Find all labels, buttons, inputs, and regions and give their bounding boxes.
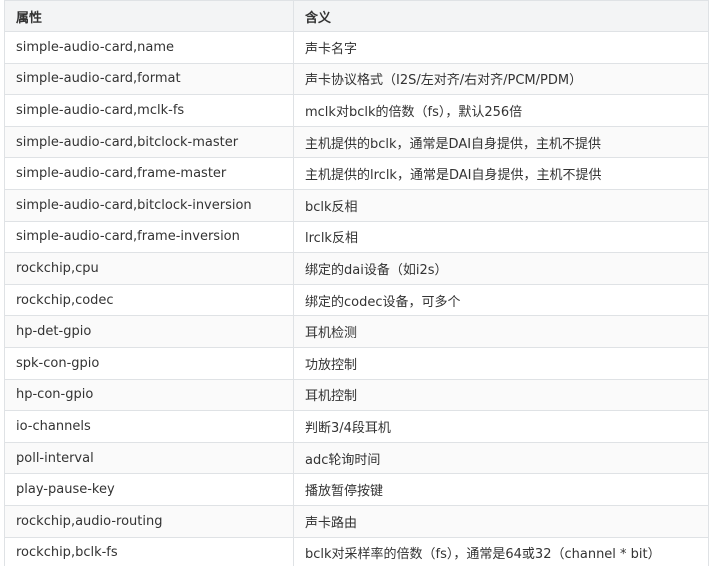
cell-attribute: rockchip,audio-routing (4, 504, 294, 538)
cell-meaning: 主机提供的bclk，通常是DAI自身提供，主机不提供 (293, 125, 709, 159)
cell-meaning: 耳机检测 (293, 315, 709, 348)
table-row: simple-audio-card,bitclock-inversion bcl… (4, 188, 709, 222)
table-row: play-pause-key 播放暂停按键 (4, 473, 709, 506)
cell-attribute: rockchip,cpu (4, 252, 294, 285)
cell-meaning: 绑定的codec设备，可多个 (293, 283, 709, 317)
cell-attribute: simple-audio-card,name (4, 31, 294, 64)
cell-meaning: 功放控制 (293, 346, 709, 380)
cell-meaning: 绑定的dai设备（如i2s） (293, 252, 709, 285)
cell-meaning: 耳机控制 (293, 378, 709, 412)
table-row: simple-audio-card,name 声卡名字 (4, 31, 709, 64)
table-row: rockchip,audio-routing 声卡路由 (4, 504, 709, 538)
cell-attribute: spk-con-gpio (4, 346, 294, 380)
table-row: poll-interval adc轮询时间 (4, 441, 709, 475)
cell-meaning: 判断3/4段耳机 (293, 410, 709, 443)
table-header: 属性 含义 (4, 0, 709, 32)
property-table: 属性 含义 simple-audio-card,name 声卡名字 simple… (4, 0, 709, 570)
cell-meaning: 声卡名字 (293, 31, 709, 64)
cell-attribute: simple-audio-card,frame-inversion (4, 220, 294, 254)
cell-meaning: adc轮询时间 (293, 441, 709, 475)
table-row: hp-det-gpio 耳机检测 (4, 315, 709, 348)
cell-meaning: bclk对采样率的倍数（fs），通常是64或32（channel * bit） (293, 536, 709, 570)
cell-attribute: play-pause-key (4, 473, 294, 506)
table-body: simple-audio-card,name 声卡名字 simple-audio… (4, 31, 709, 570)
cell-attribute: simple-audio-card,bitclock-inversion (4, 188, 294, 222)
table-row: simple-audio-card,frame-master 主机提供的lrcl… (4, 157, 709, 190)
cell-meaning: 主机提供的lrclk，通常是DAI自身提供，主机不提供 (293, 157, 709, 190)
cell-attribute: rockchip,codec (4, 283, 294, 317)
header-row: 属性 含义 (4, 0, 709, 32)
cell-attribute: poll-interval (4, 441, 294, 475)
cell-meaning: 声卡路由 (293, 504, 709, 538)
table-row: spk-con-gpio 功放控制 (4, 346, 709, 380)
page-bottom-margin (0, 566, 716, 586)
table-row: rockchip,cpu 绑定的dai设备（如i2s） (4, 252, 709, 285)
cell-meaning: bclk反相 (293, 188, 709, 222)
cell-attribute: simple-audio-card,mclk-fs (4, 94, 294, 127)
cell-meaning: 声卡协议格式（I2S/左对齐/右对齐/PCM/PDM） (293, 62, 709, 96)
cell-attribute: hp-det-gpio (4, 315, 294, 348)
header-meaning: 含义 (293, 0, 709, 32)
cell-attribute: rockchip,bclk-fs (4, 536, 294, 570)
cell-meaning: mclk对bclk的倍数（fs），默认256倍 (293, 94, 709, 127)
cell-attribute: simple-audio-card,format (4, 62, 294, 96)
cell-attribute: hp-con-gpio (4, 378, 294, 412)
cell-attribute: simple-audio-card,bitclock-master (4, 125, 294, 159)
table-row: rockchip,codec 绑定的codec设备，可多个 (4, 283, 709, 317)
table-row: simple-audio-card,frame-inversion lrclk反… (4, 220, 709, 254)
table-row: simple-audio-card,bitclock-master 主机提供的b… (4, 125, 709, 159)
header-attribute: 属性 (4, 0, 294, 32)
cell-attribute: io-channels (4, 410, 294, 443)
cell-meaning: 播放暂停按键 (293, 473, 709, 506)
table-row: simple-audio-card,mclk-fs mclk对bclk的倍数（f… (4, 94, 709, 127)
table-row: rockchip,bclk-fs bclk对采样率的倍数（fs），通常是64或3… (4, 536, 709, 570)
table-row: hp-con-gpio 耳机控制 (4, 378, 709, 412)
cell-attribute: simple-audio-card,frame-master (4, 157, 294, 190)
cell-meaning: lrclk反相 (293, 220, 709, 254)
table-row: io-channels 判断3/4段耳机 (4, 410, 709, 443)
table-row: simple-audio-card,format 声卡协议格式（I2S/左对齐/… (4, 62, 709, 96)
